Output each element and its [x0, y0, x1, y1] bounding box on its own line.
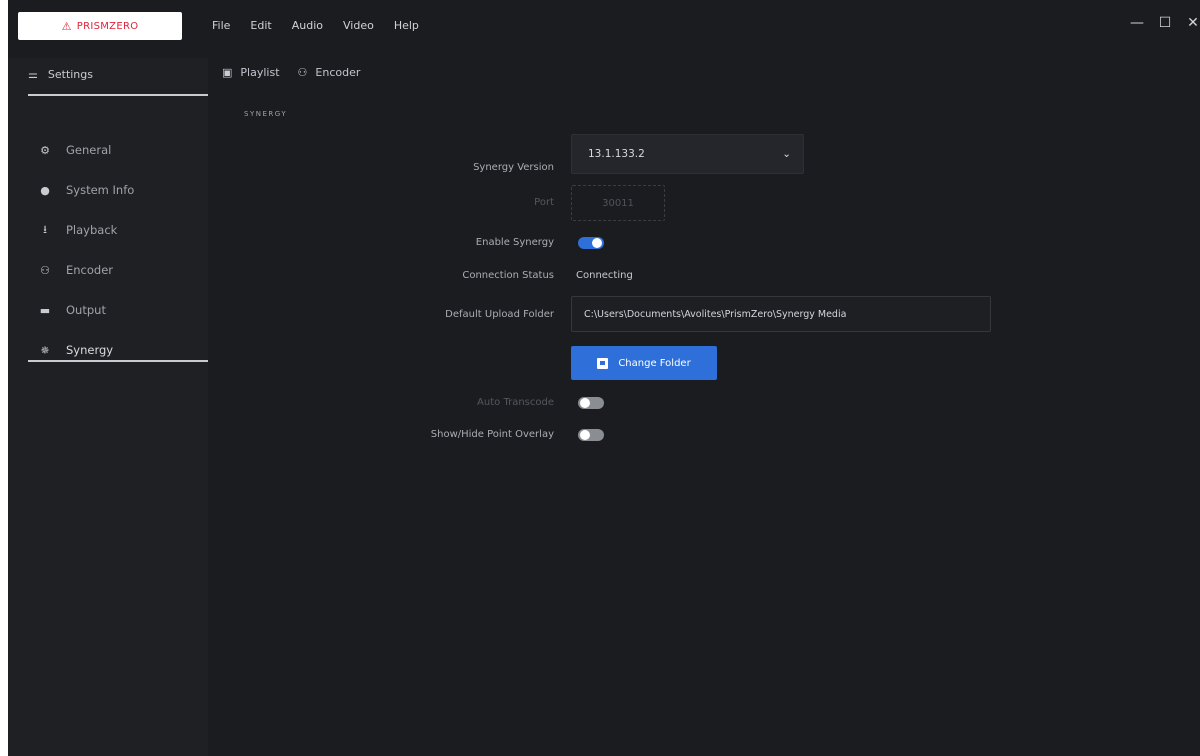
- window-controls: — ☐ ✕: [1130, 15, 1200, 31]
- menu-bar: File Edit Audio Video Help: [212, 19, 419, 32]
- playlist-icon: ▣: [222, 66, 233, 79]
- settings-header[interactable]: ⚌ Settings: [28, 68, 93, 81]
- auto-transcode-label: Auto Transcode: [477, 397, 554, 408]
- enable-synergy-toggle[interactable]: [578, 237, 604, 249]
- output-icon: ▬: [39, 303, 51, 317]
- tab-label: Playlist: [240, 66, 280, 79]
- menu-video[interactable]: Video: [343, 19, 374, 32]
- port-label: Port: [534, 197, 554, 208]
- gear-icon: ⚙: [40, 143, 50, 157]
- menu-audio[interactable]: Audio: [292, 19, 323, 32]
- sidebar-item-label: Encoder: [66, 263, 114, 277]
- sidebar-header-underline: [28, 94, 208, 96]
- brand-logo: ⚠ PRISMZERO: [18, 12, 182, 40]
- section-title: SYNERGY: [244, 110, 288, 118]
- sidebar-item-label: Synergy: [66, 343, 114, 357]
- connection-status-label: Connection Status: [462, 270, 554, 281]
- sidebar-item-label: General: [66, 143, 112, 157]
- settings-icon: ⚌: [28, 68, 38, 81]
- menu-file[interactable]: File: [212, 19, 230, 32]
- port-field[interactable]: 30011: [571, 185, 665, 221]
- version-label: Synergy Version: [473, 162, 554, 173]
- point-overlay-toggle[interactable]: [578, 429, 604, 441]
- menu-help[interactable]: Help: [394, 19, 419, 32]
- version-value: 13.1.133.2: [588, 148, 645, 160]
- tab-playlist[interactable]: ▣ Playlist: [222, 66, 280, 79]
- menu-edit[interactable]: Edit: [250, 19, 271, 32]
- sidebar-nav: ⚙ General ● System Info ⭳ Playback ⚇ Enc…: [38, 130, 135, 370]
- default-upload-folder-label: Default Upload Folder: [445, 309, 554, 320]
- title-bar: ⚠ PRISMZERO File Edit Audio Video Help —…: [8, 0, 1200, 58]
- sidebar-item-label: System Info: [66, 183, 135, 197]
- version-select[interactable]: 13.1.133.2 ⌄: [571, 134, 804, 174]
- upload-folder-field[interactable]: C:\Users\Documents\Avolites\PrismZero\Sy…: [571, 296, 991, 332]
- brand-name: PRISMZERO: [76, 20, 139, 32]
- connection-status-value: Connecting: [576, 270, 633, 281]
- sidebar-item-synergy[interactable]: ✵ Synergy: [38, 330, 134, 370]
- auto-transcode-toggle[interactable]: [578, 397, 604, 409]
- chevron-down-icon: ⌄: [782, 148, 791, 160]
- encoder-icon: ⚇: [297, 66, 308, 79]
- sidebar-item-label: Playback: [66, 223, 118, 237]
- synergy-icon: ✵: [40, 343, 50, 357]
- sidebar-divider: [28, 360, 208, 362]
- top-tabs: ▣ Playlist ⚇ Encoder: [222, 66, 360, 79]
- change-folder-label: Change Folder: [618, 357, 691, 369]
- warning-triangle-icon: ⚠: [61, 19, 72, 33]
- enable-synergy-label: Enable Synergy: [475, 237, 554, 248]
- sidebar-item-system-info[interactable]: ● System Info: [38, 170, 134, 210]
- change-folder-button[interactable]: Change Folder: [571, 346, 717, 380]
- settings-sidebar: ⚌ Settings ⚙ General ● System Info ⭳ Pla…: [8, 58, 208, 756]
- maximize-icon[interactable]: ☐: [1158, 15, 1172, 31]
- tab-encoder[interactable]: ⚇ Encoder: [298, 66, 361, 79]
- encoder-icon: ⚇: [40, 263, 50, 277]
- upload-folder-path: C:\Users\Documents\Avolites\PrismZero\Sy…: [584, 308, 847, 320]
- close-icon[interactable]: ✕: [1186, 15, 1200, 31]
- port-value: 30011: [602, 197, 634, 209]
- point-overlay-label: Show/Hide Point Overlay: [430, 429, 554, 440]
- sidebar-item-label: Output: [66, 303, 106, 317]
- sidebar-item-general[interactable]: ⚙ General: [38, 130, 134, 170]
- save-folder-icon: [597, 357, 609, 369]
- sidebar-item-output[interactable]: ▬ Output: [38, 290, 134, 330]
- info-icon: ●: [40, 183, 50, 197]
- minimize-icon[interactable]: —: [1130, 15, 1144, 31]
- app-window: ⚠ PRISMZERO File Edit Audio Video Help —…: [8, 0, 1200, 756]
- sidebar-item-playback[interactable]: ⭳ Playback: [38, 210, 134, 250]
- sidebar-item-encoder[interactable]: ⚇ Encoder: [38, 250, 134, 290]
- synergy-settings-panel: SYNERGY Synergy Version 13.1.133.2 ⌄ Por…: [208, 96, 1200, 756]
- settings-header-label: Settings: [47, 68, 93, 81]
- tab-label: Encoder: [315, 66, 361, 79]
- playback-icon: ⭳: [43, 222, 47, 236]
